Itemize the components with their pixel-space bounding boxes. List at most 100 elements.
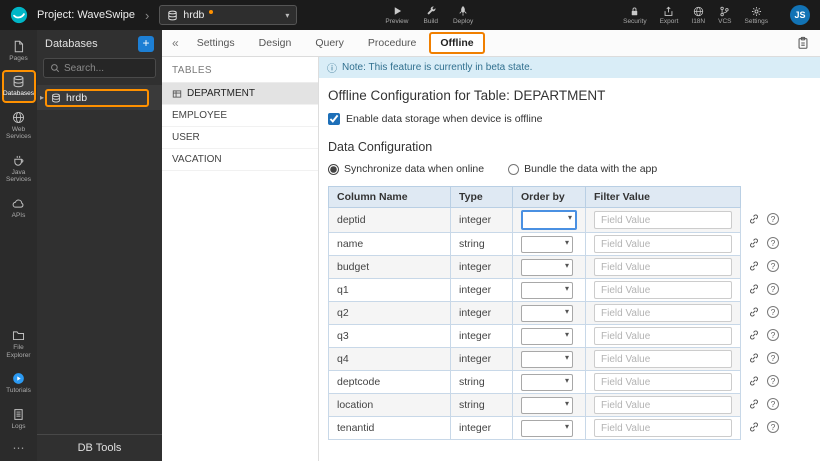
tab-offline[interactable]: Offline [429,32,485,54]
sidebar-item-file-explorer[interactable]: File Explorer [2,324,36,364]
help-icon[interactable]: ? [767,212,779,225]
filter-value-input[interactable] [594,211,732,229]
link-icon[interactable] [748,237,760,249]
radio-bundle-data[interactable]: Bundle the data with the app [508,163,657,175]
filter-value-input[interactable] [594,419,732,437]
filter-value-input[interactable] [594,235,732,253]
order-by-select[interactable]: ▾ [521,258,573,276]
sidebar-item-tutorials[interactable]: Tutorials [2,367,36,399]
order-by-select[interactable]: ▾ [521,235,573,253]
branch-icon [719,6,730,17]
help-icon[interactable]: ? [767,420,779,433]
column-type-cell: integer [450,255,513,279]
preview-button[interactable]: Preview [385,5,409,25]
order-by-select[interactable]: ▾ [521,281,573,299]
tab-design[interactable]: Design [248,32,303,54]
filter-value-cell [585,347,741,371]
sidebar-item-java-services[interactable]: Java Services [2,149,36,189]
databases-panel: Databases + ▸ hrdb DB Tools [37,30,162,461]
chevron-down-icon: ▾ [564,352,569,362]
filter-value-input[interactable] [594,396,732,414]
order-by-select[interactable]: ▾ [521,210,577,230]
tree-expand-icon[interactable]: ▸ [40,93,44,102]
add-database-button[interactable]: + [138,36,154,52]
row-actions-cell: ? [741,302,787,325]
link-icon[interactable] [748,421,760,433]
chevron-down-icon: ▾ [564,398,569,408]
db-selector-dropdown[interactable]: hrdb ▾ [159,5,298,25]
help-icon[interactable]: ? [767,351,779,364]
row-actions-cell: ? [741,417,787,440]
link-icon[interactable] [748,306,760,318]
tab-settings[interactable]: Settings [186,32,246,54]
table-item-vacation[interactable]: VACATION [162,149,318,171]
export-label: Export [659,17,679,25]
sidebar-item-logs[interactable]: Logs [2,403,36,435]
security-button[interactable]: Security [623,6,647,25]
export-button[interactable]: Export [659,6,679,25]
order-by-select[interactable]: ▾ [521,396,573,414]
order-by-select[interactable]: ▾ [521,419,573,437]
database-search-input[interactable] [64,62,149,74]
order-by-select[interactable]: ▾ [521,373,573,391]
sidebar-item-label: APIs [11,211,26,219]
sidebar-item-web-services[interactable]: Web Services [2,106,36,146]
link-icon[interactable] [748,398,760,410]
link-icon[interactable] [748,213,760,225]
chevron-down-icon: ▾ [564,306,569,316]
config-row: q1 integer ▾ Field Value ? [328,278,787,302]
order-by-select[interactable]: ▾ [521,327,573,345]
deploy-button[interactable]: Deploy [453,5,473,25]
link-icon[interactable] [748,260,760,272]
table-item-department[interactable]: DEPARTMENT [162,83,318,105]
link-icon[interactable] [748,283,760,295]
tab-query[interactable]: Query [304,32,355,54]
help-icon[interactable]: ? [767,259,779,272]
sidebar-item-label: File Explorer [6,344,31,359]
config-row: q3 integer ▾ Field Value ? [328,324,787,348]
radio-bundle-input[interactable] [508,163,520,175]
radio-synchronize-input[interactable] [328,163,339,175]
filter-value-input[interactable] [594,327,732,345]
filter-value-input[interactable] [594,281,732,299]
link-icon[interactable] [748,375,760,387]
sidebar-item-databases[interactable]: Databases [1,70,36,103]
tab-procedure[interactable]: Procedure [357,32,427,54]
filter-value-input[interactable] [594,373,732,391]
filter-value-cell [585,324,741,348]
help-icon[interactable]: ? [767,282,779,295]
link-icon[interactable] [748,329,760,341]
vcs-button[interactable]: VCS [718,6,732,25]
filter-value-input[interactable] [594,304,732,322]
help-icon[interactable]: ? [767,305,779,318]
settings-button[interactable]: Settings [745,6,768,25]
i18n-button[interactable]: I18N [691,6,705,25]
filter-value-input[interactable] [594,258,732,276]
help-icon[interactable]: ? [767,374,779,387]
order-by-select[interactable]: ▾ [521,304,573,322]
db-tree-item-hrdb[interactable]: ▸ hrdb [37,85,162,110]
collapse-panel-button[interactable]: « [166,36,185,50]
user-avatar[interactable]: JS [790,5,810,25]
enable-offline-checkbox[interactable] [328,113,340,125]
wavemaker-logo [10,6,28,24]
sidebar-item-apis[interactable]: APIs [2,192,36,224]
help-icon[interactable]: ? [767,236,779,249]
filter-value-cell [585,232,741,256]
help-icon[interactable]: ? [767,397,779,410]
help-icon[interactable]: ? [767,328,779,341]
clipboard-icon[interactable] [796,36,816,50]
more-menu-button[interactable]: ⋯ [13,438,25,458]
table-item-employee[interactable]: EMPLOYEE [162,105,318,127]
filter-value-cell [585,301,741,325]
database-search [43,58,156,78]
db-tools-button[interactable]: DB Tools [37,434,162,461]
table-item-user[interactable]: USER [162,127,318,149]
filter-value-input[interactable] [594,350,732,368]
radio-synchronize-online[interactable]: Synchronize data when online [328,163,484,175]
build-button[interactable]: Build [424,5,438,25]
order-by-select[interactable]: ▾ [521,350,573,368]
sidebar-item-pages[interactable]: Pages [2,35,36,67]
header-ghost [741,187,787,208]
link-icon[interactable] [748,352,760,364]
